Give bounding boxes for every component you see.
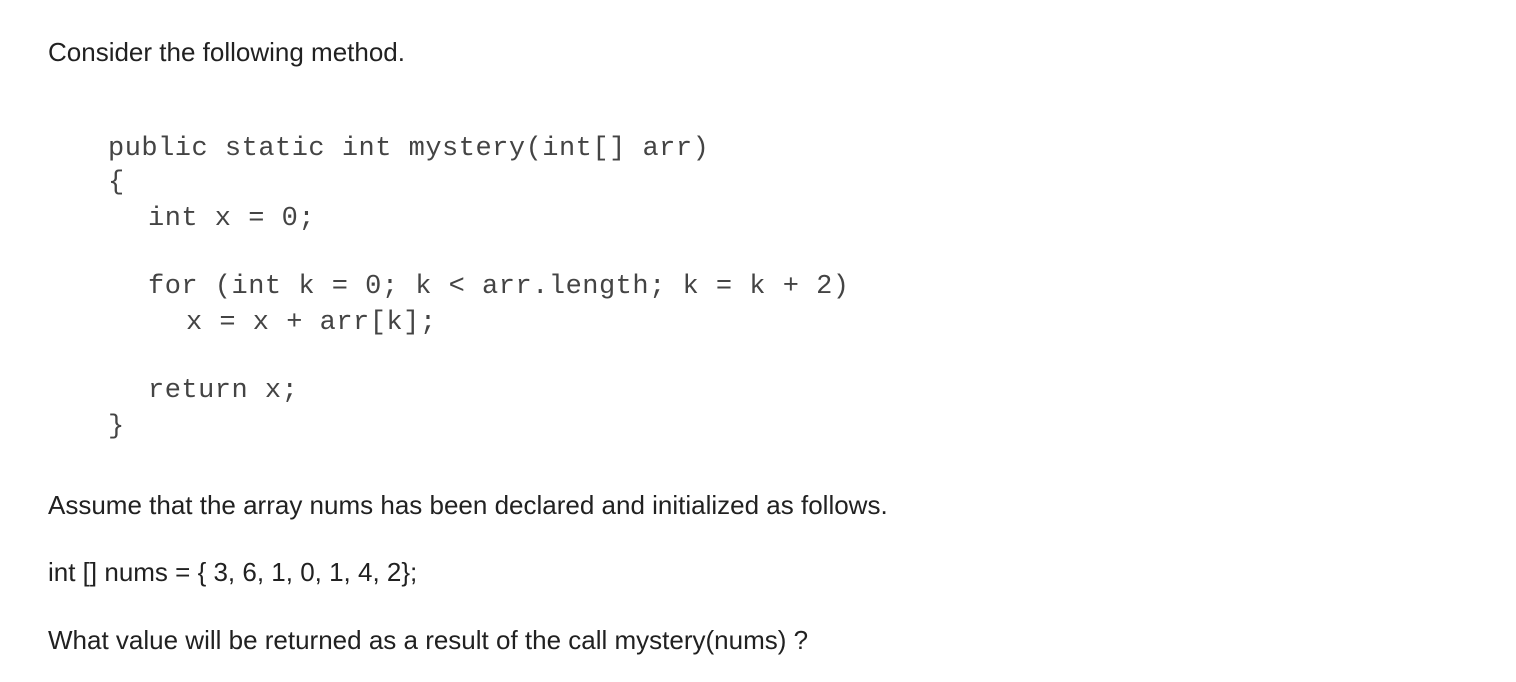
code-line-return: return x; [148,376,299,406]
code-line-for: for (int k = 0; k < arr.length; k = k + … [148,272,850,302]
code-line-body: x = x + arr[k]; [186,308,437,338]
code-line-open-brace: { [108,168,125,198]
code-line-init: int x = 0; [148,204,316,234]
code-line-close-brace: } [108,412,125,442]
declaration-text: int [] nums = { 3, 6, 1, 0, 1, 4, 2}; [48,557,418,587]
code-line-signature: public static int mystery(int[] arr) [108,134,710,164]
prompt-text: What value will be returned as a result … [48,625,809,655]
intro-text: Consider the following method. [48,37,405,67]
assumption-text: Assume that the array nums has been decl… [48,490,888,520]
